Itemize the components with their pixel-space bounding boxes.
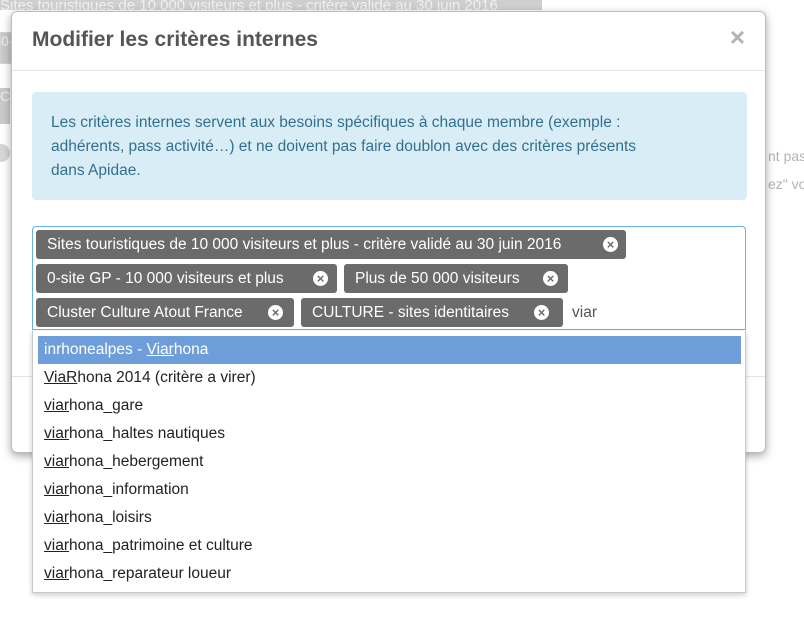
- dropdown-option[interactable]: viarhona_reparateur loueur: [38, 560, 741, 588]
- selected-chip: 0-site GP - 10 000 visiteurs et plus ×: [36, 264, 337, 293]
- option-match: Viar: [146, 341, 174, 358]
- dropdown-option[interactable]: viarhona_loisirs: [38, 504, 741, 532]
- option-match: viar: [44, 425, 69, 442]
- option-text: hona_gare: [68, 397, 144, 414]
- dropdown-option[interactable]: viarhona_haltes nautiques: [38, 420, 741, 448]
- option-text: hona_information: [68, 481, 189, 498]
- option-text: hona: [173, 341, 209, 358]
- dropdown-option[interactable]: viarhona_gare: [38, 392, 741, 420]
- option-match: viar: [44, 565, 69, 582]
- option-text: hona_hebergement: [68, 453, 204, 470]
- option-match: viar: [44, 397, 69, 414]
- modal-header: Modifier les critères internes ×: [12, 12, 765, 71]
- option-text: hona_reparateur loueur: [68, 565, 231, 582]
- chip-label: 0-site GP - 10 000 visiteurs et plus: [47, 270, 284, 287]
- remove-chip-icon[interactable]: ×: [268, 305, 283, 320]
- option-match: viar: [44, 537, 69, 554]
- modal-title: Modifier les critères internes: [32, 28, 318, 51]
- chip-label: Plus de 50 000 visiteurs: [355, 270, 520, 287]
- dropdown-option[interactable]: ViaRhona 2014 (critère a virer): [38, 364, 741, 392]
- option-match: viar: [44, 481, 69, 498]
- info-icon: [0, 144, 10, 162]
- results-dropdown: inrhonealpes - Viarhona ViaRhona 2014 (c…: [32, 331, 746, 593]
- selected-chip: Plus de 50 000 visiteurs ×: [344, 264, 568, 293]
- option-text: hona_patrimoine et culture: [68, 537, 253, 554]
- option-text: hona_haltes nautiques: [68, 425, 225, 442]
- option-match: viar: [44, 453, 69, 470]
- option-text: hona 2014 (critère a virer): [77, 369, 256, 386]
- background-banner: Sites touristiques de 10 000 visiteurs e…: [0, 0, 542, 10]
- close-icon[interactable]: ×: [730, 24, 745, 50]
- info-alert-text: Les critères internes servent aux besoin…: [51, 114, 637, 179]
- background-tag: Cl: [0, 88, 10, 124]
- remove-chip-icon[interactable]: ×: [313, 271, 328, 286]
- selected-chip: CULTURE - sites identitaires ×: [301, 298, 563, 327]
- selected-chip: Sites touristiques de 10 000 visiteurs e…: [36, 230, 626, 259]
- dropdown-option[interactable]: inrhonealpes - Viarhona: [38, 336, 741, 364]
- chip-label: Sites touristiques de 10 000 visiteurs e…: [47, 236, 562, 253]
- dropdown-option[interactable]: viarhona_information: [38, 476, 741, 504]
- chip-label: CULTURE - sites identitaires: [312, 304, 509, 321]
- option-match: viar: [44, 509, 69, 526]
- dropdown-option[interactable]: viarhona_hebergement: [38, 448, 741, 476]
- background-text: ez" vos: [768, 176, 804, 192]
- dropdown-option[interactable]: viarhona_patrimoine et culture: [38, 532, 741, 560]
- option-text: hona_loisirs: [68, 509, 152, 526]
- remove-chip-icon[interactable]: ×: [534, 305, 549, 320]
- chip-label: Cluster Culture Atout France: [47, 304, 243, 321]
- info-alert: Les critères internes servent aux besoin…: [32, 92, 747, 200]
- selected-chip: Cluster Culture Atout France ×: [36, 298, 294, 327]
- option-text: inrhonealpes -: [44, 341, 147, 358]
- option-match: ViaR: [44, 369, 78, 386]
- background-text: nt pas: [768, 148, 804, 164]
- remove-chip-icon[interactable]: ×: [603, 237, 618, 252]
- criteria-search-input[interactable]: [572, 302, 732, 324]
- remove-chip-icon[interactable]: ×: [543, 271, 558, 286]
